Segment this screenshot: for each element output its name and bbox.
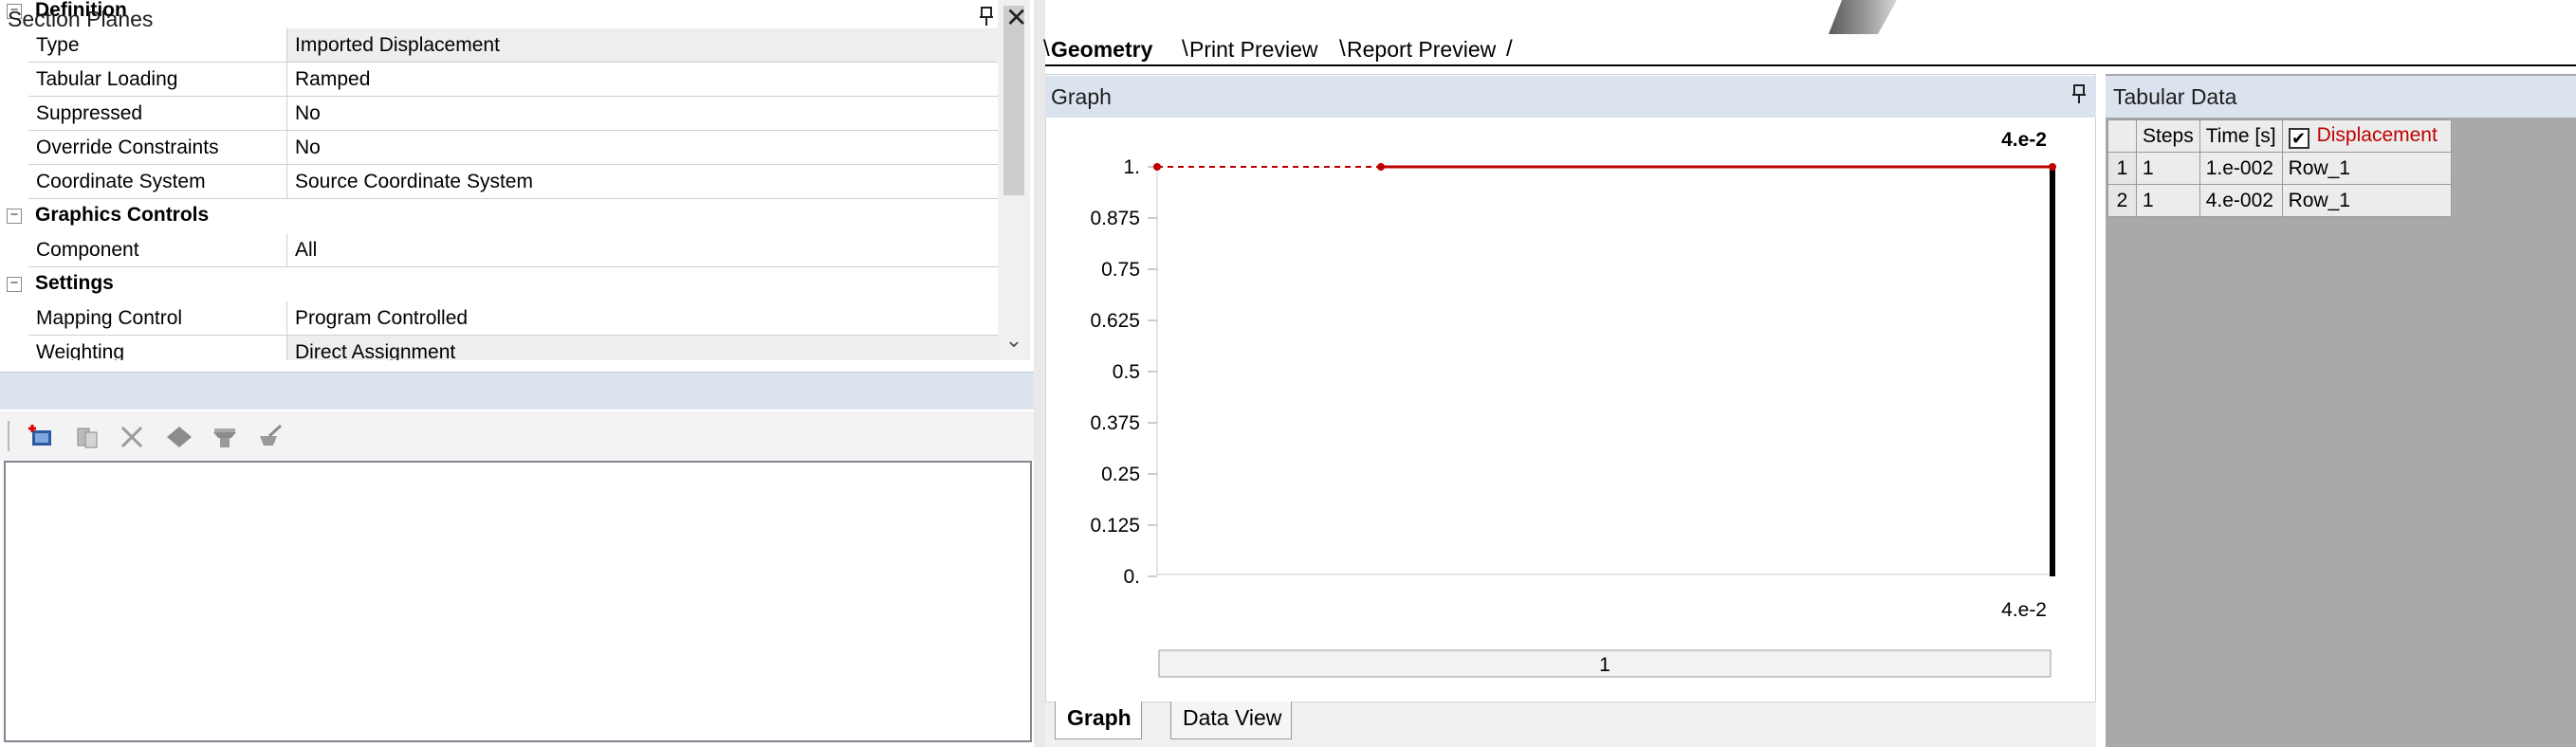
data-point bbox=[2049, 163, 2056, 171]
tab-data-view[interactable]: Data View bbox=[1170, 701, 1293, 739]
tab-report-preview[interactable]: Report Preview bbox=[1347, 34, 1508, 65]
property-name: Suppressed bbox=[28, 97, 287, 131]
tab-graph[interactable]: Graph bbox=[1055, 701, 1142, 739]
step-bar-label: 1 bbox=[1599, 654, 1610, 676]
cell-displacement[interactable]: Row_1 bbox=[2281, 184, 2452, 217]
close-icon[interactable]: ✕ bbox=[1005, 2, 1027, 33]
tabular-data-title: Tabular Data bbox=[2113, 84, 2237, 109]
scroll-down-icon[interactable]: ⌄ bbox=[1002, 328, 1026, 353]
tab-separator: / bbox=[1506, 36, 1513, 62]
property-value[interactable]: No bbox=[287, 131, 998, 165]
geometry-viewport[interactable] bbox=[1045, 0, 2576, 34]
pin-icon[interactable] bbox=[979, 6, 994, 32]
property-value[interactable]: Direct Assignment bbox=[287, 336, 998, 360]
displacement-checkbox[interactable]: ✔ bbox=[2288, 127, 2309, 149]
tab-separator: \ bbox=[1182, 36, 1188, 62]
property-value[interactable]: Imported Displacement bbox=[287, 28, 998, 63]
grid-header-row: Steps Time [s] ✔ Displacement bbox=[2107, 119, 2452, 153]
details-property-row[interactable]: Type Imported Displacement bbox=[0, 28, 998, 63]
y-tick-label: 0.625 bbox=[1090, 310, 1140, 332]
y-tick-label: 0.75 bbox=[1101, 259, 1140, 281]
edit-icon[interactable] bbox=[256, 423, 285, 451]
tab-separator: \ bbox=[1339, 36, 1346, 62]
y-tick-label: 0.875 bbox=[1090, 208, 1140, 229]
displacement-header-label: Displacement bbox=[2316, 123, 2438, 146]
details-category[interactable]: − Graphics Controls bbox=[0, 199, 998, 233]
graph-chart[interactable]: 1. 0.875 0.75 0.625 0.5 0.375 0.25 0.125 0. 4.e-… bbox=[1045, 118, 2096, 701]
y-tick-label: 1. bbox=[1123, 156, 1140, 178]
tab-separator: \ bbox=[1043, 36, 1050, 62]
table-row[interactable]: 2 1 4.e-002 Row_1 bbox=[2107, 184, 2452, 217]
property-name: Coordinate System bbox=[28, 165, 287, 199]
details-scroll-thumb[interactable] bbox=[1003, 6, 1024, 195]
panel-splitter[interactable] bbox=[1034, 0, 1045, 747]
property-value[interactable]: All bbox=[287, 233, 998, 267]
current-time-label-top: 4.e-2 bbox=[2001, 129, 2047, 151]
cell-steps[interactable]: 1 bbox=[2136, 152, 2200, 185]
section-planes-toolbar bbox=[0, 411, 1034, 461]
column-header-time[interactable]: Time [s] bbox=[2199, 119, 2283, 153]
toolbar-grip bbox=[8, 421, 9, 451]
property-name: Mapping Control bbox=[28, 301, 287, 336]
plot-area bbox=[1157, 163, 2052, 574]
show-whole-elements-icon[interactable] bbox=[211, 423, 239, 451]
pin-icon[interactable] bbox=[2071, 83, 2087, 110]
delete-icon[interactable] bbox=[118, 423, 146, 451]
geometry-model-shape bbox=[1821, 0, 1906, 34]
property-name: Weighting bbox=[28, 336, 287, 360]
property-value[interactable]: Program Controlled bbox=[287, 301, 998, 336]
cell-time[interactable]: 4.e-002 bbox=[2199, 184, 2283, 217]
y-tick-label: 0.25 bbox=[1101, 464, 1140, 485]
tab-print-preview[interactable]: Print Preview bbox=[1189, 34, 1341, 65]
details-property-row[interactable]: Mapping Control Program Controlled bbox=[0, 301, 998, 336]
x-end-label: 4.e-2 bbox=[2001, 599, 2047, 621]
y-tick-label: 0. bbox=[1123, 566, 1140, 588]
details-category[interactable]: − Settings bbox=[0, 267, 998, 301]
table-row[interactable]: 1 1 1.e-002 Row_1 bbox=[2107, 152, 2452, 185]
details-property-row[interactable]: Tabular Loading Ramped bbox=[0, 63, 998, 97]
details-category-label: Settings bbox=[35, 272, 114, 294]
y-tick-label: 0.5 bbox=[1113, 361, 1140, 383]
collapse-icon[interactable]: − bbox=[7, 208, 22, 224]
graph-header bbox=[1045, 76, 2096, 118]
collapse-icon[interactable]: − bbox=[7, 276, 22, 292]
property-value[interactable]: Ramped bbox=[287, 63, 998, 97]
details-property-row[interactable]: Override Constraints No bbox=[0, 131, 998, 165]
property-value[interactable]: Source Coordinate System bbox=[287, 165, 998, 199]
column-header-steps[interactable]: Steps bbox=[2136, 119, 2200, 153]
row-index: 2 bbox=[2107, 184, 2137, 217]
details-category-label: Graphics Controls bbox=[35, 204, 210, 226]
graph-title: Graph bbox=[1051, 84, 1112, 109]
details-property-row[interactable]: Coordinate System Source Coordinate Syste… bbox=[0, 165, 998, 199]
details-property-row[interactable]: Weighting Direct Assignment bbox=[0, 336, 998, 360]
property-name: Component bbox=[28, 233, 287, 267]
column-header-displacement[interactable]: ✔ Displacement bbox=[2281, 119, 2452, 153]
property-name: Type bbox=[28, 28, 287, 63]
copy-icon[interactable] bbox=[74, 423, 102, 451]
grid-corner bbox=[2107, 119, 2137, 153]
tabular-data-grid[interactable]: Steps Time [s] ✔ Displacement 1 1 1.e-002… bbox=[2107, 119, 2452, 217]
details-property-row[interactable]: Suppressed No bbox=[0, 97, 998, 131]
cell-time[interactable]: 1.e-002 bbox=[2199, 152, 2283, 185]
tab-geometry[interactable]: Geometry bbox=[1051, 34, 1186, 65]
section-planes-title: Section Planes bbox=[8, 7, 154, 31]
section-planes-header bbox=[0, 372, 1034, 410]
property-name: Override Constraints bbox=[28, 131, 287, 165]
show-plane-icon[interactable] bbox=[165, 423, 193, 451]
cell-steps[interactable]: 1 bbox=[2136, 184, 2200, 217]
property-name: Tabular Loading bbox=[28, 63, 287, 97]
row-index: 1 bbox=[2107, 152, 2137, 185]
y-tick-label: 0.125 bbox=[1090, 515, 1140, 537]
property-value[interactable]: No bbox=[287, 97, 998, 131]
details-property-row[interactable]: Component All bbox=[0, 233, 998, 267]
cell-displacement[interactable]: Row_1 bbox=[2281, 152, 2452, 185]
data-point bbox=[1377, 163, 1385, 171]
details-panel: − Definition Type Imported Displacement Tabu… bbox=[0, 0, 1005, 360]
y-tick-label: 0.375 bbox=[1090, 412, 1140, 434]
data-point bbox=[1153, 163, 1161, 171]
section-planes-list[interactable] bbox=[4, 461, 1032, 742]
new-section-plane-icon[interactable] bbox=[27, 423, 55, 451]
